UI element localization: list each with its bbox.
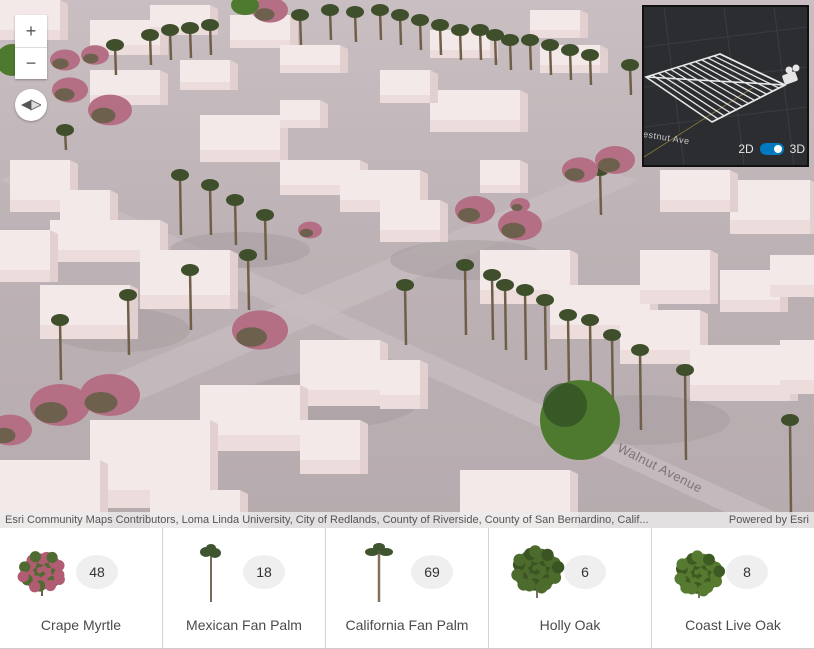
attribution-text[interactable]: Esri Community Maps Contributors, Loma L… (5, 514, 649, 526)
tree-name: Holly Oak (539, 617, 601, 633)
holly-oak-icon (511, 545, 565, 598)
tree-card-california-fan-palm[interactable]: 69 California Fan Palm (326, 528, 489, 648)
tree-card-crape-myrtle[interactable]: 48 Crape Myrtle (0, 528, 163, 648)
compass-button[interactable] (15, 89, 47, 121)
toggle-label-3d: 3D (789, 142, 805, 156)
tree-name: California Fan Palm (345, 617, 469, 633)
tree-card-coast-live-oak[interactable]: 8 Coast Live Oak (652, 528, 814, 648)
zoom-out-button[interactable]: − (15, 47, 47, 79)
california-fan-palm-icon (365, 543, 393, 602)
zoom-in-button[interactable]: + (15, 15, 47, 47)
count-badge: 69 (411, 555, 453, 589)
camera-icon (782, 64, 800, 85)
count-badge: 6 (564, 555, 606, 589)
tree-species-panel: 48 Crape Myrtle 18 Mexican Fan Palm 69 C… (0, 528, 814, 649)
count-badge: 48 (76, 555, 118, 589)
view-mode-toggle-row: 2D 3D (738, 142, 805, 156)
scene-view[interactable]: Walnut Avenue + − estnut Ave 2D 3D Esri … (0, 0, 814, 528)
tree-name: Mexican Fan Palm (186, 617, 302, 633)
tree-card-holly-oak[interactable]: 6 Holly Oak (489, 528, 652, 648)
powered-by-esri[interactable]: Powered by Esri (729, 514, 809, 526)
coast-live-oak-icon (674, 550, 726, 598)
zoom-controls: + − (15, 15, 47, 79)
crape-myrtle-icon (17, 551, 65, 596)
tree-card-mexican-fan-palm[interactable]: 18 Mexican Fan Palm (163, 528, 326, 648)
overview-map[interactable]: estnut Ave 2D 3D (642, 5, 809, 167)
view-mode-toggle[interactable] (759, 143, 784, 155)
compass-icon (21, 99, 41, 111)
attribution-bar: Esri Community Maps Contributors, Loma L… (0, 512, 814, 528)
mexican-fan-palm-icon (200, 544, 221, 602)
count-badge: 8 (726, 555, 768, 589)
tree-name: Coast Live Oak (685, 617, 781, 633)
tree-name: Crape Myrtle (40, 617, 122, 633)
count-badge: 18 (243, 555, 285, 589)
toggle-label-2d: 2D (738, 142, 754, 156)
